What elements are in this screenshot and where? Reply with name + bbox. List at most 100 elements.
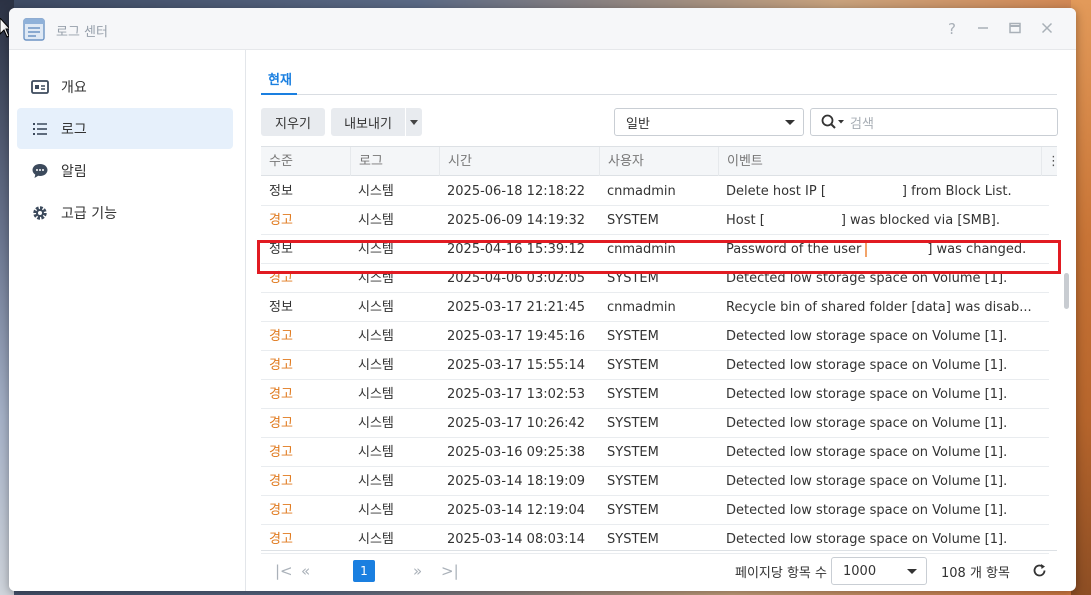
title-bar[interactable]: 로그 센터 ? — [9, 8, 1076, 50]
sidebar-item-label: 알림 — [61, 163, 87, 180]
cell-log: 시스템 — [358, 474, 394, 489]
table-row[interactable]: 정보 시스템 2025-03-17 21:21:45 cnmadmin Recycle … — [261, 293, 1049, 322]
cell-level: 경고 — [269, 445, 293, 460]
table-row[interactable]: 정보 시스템 2025-06-18 12:18:22 cnmadmin Delete h… — [261, 177, 1049, 206]
main-panel: 현재 지우기 내보내기 일반 검색 수준 로그 시간 사용자 이벤트 ⋮ 정보 … — [247, 50, 1076, 591]
table-row[interactable]: 경고 시스템 2025-04-06 03:02:05 SYSTEM Detected l… — [261, 264, 1049, 293]
cell-log: 시스템 — [358, 242, 394, 257]
cell-time: 2025-06-09 14:19:32 — [447, 213, 586, 228]
cell-time: 2025-04-06 03:02:05 — [447, 271, 586, 286]
log-type-select[interactable]: 일반 — [614, 108, 804, 136]
sidebar-item-log[interactable]: 로그 — [17, 108, 233, 149]
sidebar-item-label: 고급 기능 — [61, 205, 117, 222]
table-scrollbar[interactable] — [1064, 273, 1069, 309]
cell-time: 2025-03-17 19:45:16 — [447, 329, 586, 344]
total-items-label: 108 개 항목 — [941, 566, 1010, 581]
cell-time: 2025-03-16 09:25:38 — [447, 445, 586, 460]
search-icon — [821, 114, 844, 129]
overview-card-icon — [31, 79, 49, 94]
minimize-icon[interactable] — [973, 19, 993, 39]
cell-level: 경고 — [269, 329, 293, 344]
column-header-event[interactable]: 이벤트 — [718, 147, 1041, 176]
table-row[interactable]: 정보 시스템 2025-04-16 15:39:12 cnmadmin Password… — [261, 235, 1049, 264]
pagination-bar: |< « 1 » >| 페이지당 항목 수 1000 108 개 항목 — [261, 550, 1057, 590]
cell-level: 경고 — [269, 271, 293, 286]
column-header-level[interactable]: 수준 — [261, 147, 350, 176]
table-row[interactable]: 경고 시스템 2025-06-09 14:19:32 SYSTEM Host [] wa… — [261, 206, 1049, 235]
cell-event: Delete host IP [ ] from Block List. — [726, 177, 1044, 206]
table-row[interactable]: 경고 시스템 2025-03-16 09:25:38 SYSTEM Detected l… — [261, 438, 1049, 467]
cell-event: Host [ ] was blocked via [SMB]. — [726, 206, 1044, 235]
column-header-user[interactable]: 사용자 — [599, 147, 718, 176]
per-page-value: 1000 — [843, 563, 877, 579]
cell-log: 시스템 — [358, 445, 394, 460]
cell-user: cnmadmin — [607, 300, 676, 315]
tab-current[interactable]: 현재 — [268, 69, 292, 88]
last-page-icon[interactable]: >| — [441, 562, 459, 580]
cell-time: 2025-03-17 15:55:14 — [447, 358, 586, 373]
cell-log: 시스템 — [358, 358, 394, 373]
cell-time: 2025-04-16 15:39:12 — [447, 242, 586, 257]
search-field[interactable]: 검색 — [810, 108, 1058, 136]
per-page-select[interactable]: 1000 — [831, 557, 927, 585]
sidebar-item-notification[interactable]: 알림 — [17, 150, 233, 191]
redacted-region — [865, 242, 927, 257]
chevron-down-icon — [410, 119, 418, 125]
cell-event: Detected low storage space on Volume [1]… — [726, 503, 1008, 518]
event-text-end: ] from Block List. — [901, 184, 1012, 199]
export-button[interactable]: 내보내기 — [331, 108, 405, 136]
cell-event: Recycle bin of shared folder [data] was … — [726, 300, 1032, 315]
sidebar-item-overview[interactable]: 개요 — [17, 66, 233, 107]
column-header-time[interactable]: 시간 — [439, 147, 599, 176]
cell-event: Detected low storage space on Volume [1]… — [726, 329, 1008, 344]
first-page-icon[interactable]: |< — [275, 562, 293, 580]
cell-user: SYSTEM — [607, 213, 659, 228]
sidebar-item-advanced[interactable]: 고급 기능 — [17, 192, 233, 233]
column-header-log[interactable]: 로그 — [350, 147, 439, 176]
cell-level: 정보 — [269, 242, 293, 257]
table-row[interactable]: 경고 시스템 2025-03-17 19:45:16 SYSTEM Detected l… — [261, 322, 1049, 351]
event-text-end: ] was blocked via [SMB]. — [840, 213, 1000, 228]
cell-user: SYSTEM — [607, 387, 659, 402]
sidebar-item-label: 개요 — [61, 79, 87, 96]
event-text-start: Delete host IP [ — [726, 184, 826, 199]
event-text-start: Host [ — [726, 213, 765, 228]
previous-page-icon[interactable]: « — [301, 562, 310, 580]
search-placeholder: 검색 — [850, 116, 874, 132]
cell-log: 시스템 — [358, 184, 394, 199]
window-title: 로그 센터 — [56, 25, 108, 40]
cell-time: 2025-06-18 12:18:22 — [447, 184, 586, 199]
export-menu-button[interactable] — [406, 108, 422, 136]
current-page-button[interactable]: 1 — [353, 560, 375, 582]
chevron-down-icon — [785, 120, 795, 125]
cell-user: SYSTEM — [607, 271, 659, 286]
clear-button[interactable]: 지우기 — [261, 108, 325, 136]
table-row[interactable]: 경고 시스템 2025-03-14 18:19:09 SYSTEM Detected l… — [261, 467, 1049, 496]
log-center-app-icon — [23, 18, 45, 41]
cell-level: 경고 — [269, 474, 293, 489]
cell-event: Detected low storage space on Volume [1]… — [726, 416, 1008, 431]
chat-bubble-icon — [32, 163, 48, 178]
event-text-end: ] was changed. — [927, 242, 1027, 257]
cell-user: SYSTEM — [607, 474, 659, 489]
next-page-icon[interactable]: » — [413, 562, 422, 580]
help-icon[interactable]: ? — [942, 19, 962, 39]
table-row[interactable]: 경고 시스템 2025-03-17 10:26:42 SYSTEM Detected l… — [261, 409, 1049, 438]
column-menu-icon[interactable]: ⋮ — [1041, 147, 1060, 176]
table-row[interactable]: 경고 시스템 2025-03-14 12:19:04 SYSTEM Detected l… — [261, 496, 1049, 525]
cell-time: 2025-03-17 10:26:42 — [447, 416, 586, 431]
redacted-region — [826, 185, 902, 199]
table-row[interactable]: 경고 시스템 2025-03-17 15:55:14 SYSTEM Detected l… — [261, 351, 1049, 380]
sidebar: 개요 로그 알림 고급 기능 — [9, 50, 246, 591]
cell-time: 2025-03-17 21:21:45 — [447, 300, 586, 315]
maximize-icon[interactable] — [1005, 19, 1025, 39]
cell-user: SYSTEM — [607, 329, 659, 344]
cell-log: 시스템 — [358, 503, 394, 518]
close-icon[interactable] — [1037, 19, 1057, 39]
table-row[interactable]: 경고 시스템 2025-03-17 13:02:53 SYSTEM Detected l… — [261, 380, 1049, 409]
table-header: 수준 로그 시간 사용자 이벤트 ⋮ — [261, 147, 1060, 176]
cell-event: Detected low storage space on Volume [1]… — [726, 271, 1008, 286]
refresh-icon[interactable] — [1032, 563, 1047, 578]
cell-event: Detected low storage space on Volume [1]… — [726, 387, 1008, 402]
cell-user: SYSTEM — [607, 416, 659, 431]
